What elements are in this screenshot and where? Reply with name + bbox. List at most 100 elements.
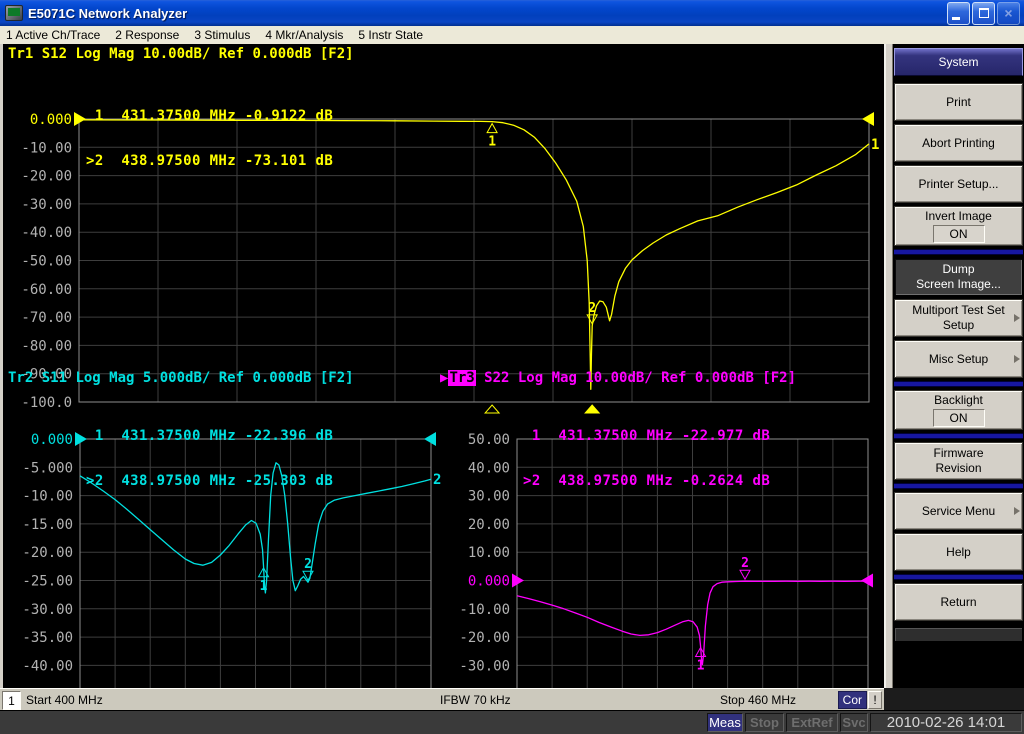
datetime-display: 2010-02-26 14:01 — [870, 713, 1022, 732]
softkey-invert-image[interactable]: Invert Image ON — [894, 206, 1023, 246]
restore-button[interactable] — [972, 1, 995, 25]
tr1-end-label: 1 — [871, 137, 879, 153]
minimize-icon — [952, 16, 960, 20]
stop-frequency[interactable]: Stop 460 MHz — [720, 693, 796, 707]
sidebar-divider[interactable] — [886, 44, 893, 688]
svg-text:2: 2 — [588, 301, 596, 316]
menu-item-1[interactable]: 1 Active Ch/Trace — [6, 28, 100, 42]
menu-item-3[interactable]: 3 Stimulus — [194, 28, 250, 42]
svg-text:-30.00: -30.00 — [459, 658, 510, 674]
minimize-button[interactable] — [947, 1, 970, 25]
svg-text:1: 1 — [260, 579, 268, 594]
marker-row: >2 438.97500 MHz -0.2624 dB — [523, 473, 771, 489]
tr1-marker-2: 2 — [586, 301, 599, 325]
trace2-settings: S11 Log Mag 5.000dB/ Ref 0.000dB [F2] — [33, 370, 354, 386]
softkey-print[interactable]: Print — [894, 83, 1023, 121]
instrument-status-bar: Meas Stop ExtRef Svc 2010-02-26 14:01 — [0, 710, 1024, 734]
marker-row: >2 438.97500 MHz -25.303 dB — [86, 473, 334, 489]
softkey-label: Backlight — [934, 393, 983, 407]
svg-text:-20.00: -20.00 — [459, 630, 510, 646]
marker-row: >2 438.97500 MHz -73.101 dB — [86, 153, 334, 169]
svg-text:-30.00: -30.00 — [21, 197, 72, 213]
trace1-header[interactable]: Tr1 S12 Log Mag 10.00dB/ Ref 0.000dB [F2… — [8, 46, 354, 62]
submenu-arrow-icon — [1014, 314, 1020, 322]
softkey-firmware-revision[interactable]: Firmware Revision — [894, 442, 1023, 480]
svg-text:-50.00: -50.00 — [21, 254, 72, 270]
softkey-label: Help — [946, 544, 971, 559]
menu-item-4[interactable]: 4 Mkr/Analysis — [265, 28, 343, 42]
svg-text:10.00: 10.00 — [468, 545, 510, 561]
close-icon: × — [1004, 5, 1013, 21]
svg-text:-15.00: -15.00 — [22, 517, 73, 533]
softkey-return[interactable]: Return — [894, 583, 1023, 621]
softkey-label: Firmware — [933, 446, 984, 460]
softkey-separator — [894, 249, 1023, 255]
softkey-separator — [894, 433, 1023, 439]
trace1-label: Tr1 — [8, 46, 34, 62]
svg-text:1: 1 — [697, 659, 705, 674]
svg-text:2: 2 — [304, 557, 312, 572]
softkey-label: Setup — [942, 318, 975, 332]
softkey-label: Return — [940, 594, 977, 609]
softkey-service-menu[interactable]: Service Menu — [894, 492, 1023, 530]
menu-item-5[interactable]: 5 Instr State — [358, 28, 423, 42]
marker-row: 1 431.37500 MHz -0.9122 dB — [86, 108, 334, 124]
submenu-arrow-icon — [1014, 355, 1020, 363]
svg-text:0.000: 0.000 — [30, 112, 72, 128]
svg-text:-10.00: -10.00 — [22, 489, 73, 505]
svg-text:-40.00: -40.00 — [21, 225, 72, 241]
softkey-misc-setup[interactable]: Misc Setup — [894, 340, 1023, 378]
softkey-label: Misc Setup — [928, 351, 989, 366]
tr1-ref-level-right-icon — [862, 112, 874, 126]
menu-item-2[interactable]: 2 Response — [115, 28, 179, 42]
channel-number-box: 1 — [2, 691, 21, 710]
svg-text:-20.00: -20.00 — [22, 545, 73, 561]
svg-text:50.00: 50.00 — [468, 432, 510, 448]
trace3-marker-readout: 1 431.37500 MHz -22.977 dB >2 438.97500 … — [523, 399, 770, 519]
svg-text:30.00: 30.00 — [468, 489, 510, 505]
status-bar-filler — [884, 688, 1024, 710]
svc-indicator: Svc — [840, 713, 868, 732]
extref-indicator: ExtRef — [786, 713, 838, 732]
ifbw-readout[interactable]: IFBW 70 kHz — [440, 693, 511, 707]
softkey-abort-printing[interactable]: Abort Printing — [894, 124, 1023, 162]
svg-text:0.000: 0.000 — [31, 432, 73, 448]
svg-text:-35.00: -35.00 — [22, 630, 73, 646]
tr1-marker-1-stimulus-icon — [484, 404, 501, 414]
svg-text:1: 1 — [488, 135, 496, 150]
svg-text:20.00: 20.00 — [468, 517, 510, 533]
tr2-ref-level-right-icon — [424, 432, 436, 446]
softkey-sidebar: System Print Abort Printing Printer Setup.… — [884, 44, 1024, 688]
tr3-ref-level-left-icon — [512, 573, 524, 588]
svg-text:-100.0: -100.0 — [21, 395, 72, 411]
softkey-label: Service Menu — [921, 503, 996, 518]
softkey-backlight[interactable]: Backlight ON — [894, 390, 1023, 430]
app-icon — [5, 5, 23, 21]
softkey-label: Dump — [942, 262, 975, 276]
stop-indicator: Stop — [745, 713, 784, 732]
softkey-help[interactable]: Help — [894, 533, 1023, 571]
tr1-y-ticks: 0.000 -10.00 -20.00 -30.00 -40.00 -50.00 -60.0… — [21, 112, 72, 411]
svg-text:2: 2 — [741, 556, 749, 571]
softkey-label: Revision — [935, 461, 982, 475]
softkey-label: Printer Setup... — [918, 176, 999, 191]
softkey-menu-title: System — [894, 48, 1023, 76]
softkey-separator — [894, 381, 1023, 387]
trace2-header[interactable]: Tr2 S11 Log Mag 5.000dB/ Ref 0.000dB [F2… — [8, 370, 354, 386]
marker-row: 1 431.37500 MHz -22.396 dB — [86, 428, 334, 444]
tr3-y-ticks: 50.00 40.00 30.00 20.00 10.00 0.000 -10.00 -20.… — [459, 432, 510, 731]
softkey-dump-screen-image[interactable]: Dump Screen Image... — [894, 258, 1023, 296]
menu-bar: 1 Active Ch/Trace 2 Response 3 Stimulus 4 M… — [0, 26, 1024, 44]
softkey-printer-setup[interactable]: Printer Setup... — [894, 165, 1023, 203]
start-frequency[interactable]: Start 400 MHz — [26, 693, 103, 707]
svg-text:-40.00: -40.00 — [22, 658, 73, 674]
trace3-header[interactable]: ▶Tr3 S22 Log Mag 10.00dB/ Ref 0.000dB [F… — [440, 370, 796, 386]
svg-text:-10.00: -10.00 — [21, 140, 72, 156]
trace3-label: Tr3 — [448, 370, 476, 386]
tr3-ref-level-right-icon — [861, 573, 873, 588]
svg-text:0.000: 0.000 — [468, 574, 510, 590]
softkey-multiport-test-set-setup[interactable]: Multiport Test Set Setup — [894, 299, 1023, 337]
tr2-end-label: 2 — [433, 472, 441, 488]
softkey-separator — [894, 574, 1023, 580]
svg-text:-25.00: -25.00 — [22, 574, 73, 590]
